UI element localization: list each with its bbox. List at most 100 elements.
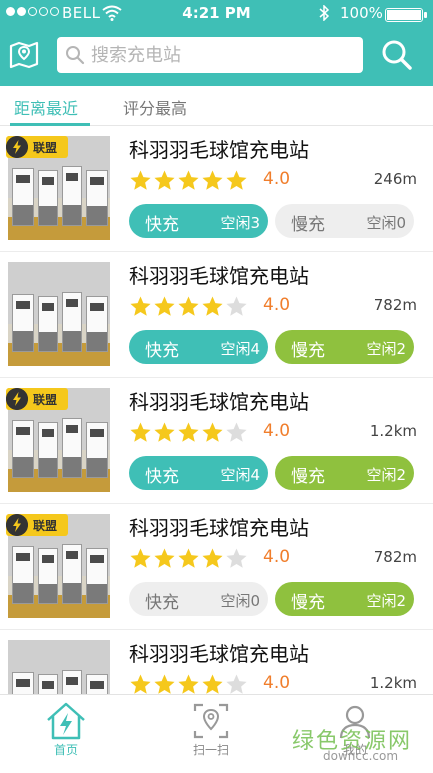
star-icon: [178, 422, 199, 442]
slow-charge-label: 慢充: [291, 215, 325, 235]
battery-percentage: 100%: [340, 4, 383, 22]
station-photo: [8, 640, 110, 694]
bluetooth-icon: [319, 5, 330, 21]
star-icon: [130, 548, 151, 568]
star-icon: [154, 170, 175, 190]
star-icon: [178, 296, 199, 316]
station-distance: 1.2km: [369, 422, 417, 440]
slow-charge-pill[interactable]: 慢充 空闲2: [275, 330, 414, 364]
scan-icon: [193, 703, 229, 739]
star-rating: [129, 547, 248, 570]
alliance-badge-label: 联盟: [33, 141, 58, 155]
station-list-item[interactable]: 科羽羽毛球馆充电站4.01.2km快充空闲4慢充空闲2: [0, 630, 433, 694]
station-distance: 782m: [373, 548, 417, 566]
slow-charge-label: 慢充: [291, 467, 325, 487]
station-name: 科羽羽毛球馆充电站: [129, 390, 309, 414]
star-icon: [178, 674, 199, 694]
slow-charge-pill[interactable]: 慢充 空闲0: [275, 204, 414, 238]
star-icon: [202, 170, 223, 190]
slow-charge-pill[interactable]: 慢充 空闲2: [275, 456, 414, 490]
star-icon: [130, 422, 151, 442]
fast-charge-pill[interactable]: 快充 空闲0: [129, 582, 268, 616]
rating-score: 4.0: [263, 169, 291, 189]
map-icon[interactable]: [8, 38, 40, 70]
home-charging-icon: [47, 702, 85, 740]
fast-charge-free-count: 空闲0: [220, 592, 260, 610]
star-rating: [129, 673, 248, 694]
star-rating: [129, 421, 248, 444]
star-rating: [129, 169, 248, 192]
station-name: 科羽羽毛球馆充电站: [129, 138, 309, 162]
star-icon: [154, 674, 175, 694]
fast-charge-pill[interactable]: 快充 空闲3: [129, 204, 268, 238]
rating-score: 4.0: [263, 295, 291, 315]
station-list-item[interactable]: 联盟 科羽羽毛球馆充电站 4.0 1.2km 快充 空闲4 慢充 空闲2: [0, 378, 433, 504]
star-icon: [226, 296, 247, 316]
star-icon: [154, 422, 175, 442]
nav-home[interactable]: 首页: [31, 701, 101, 758]
sort-tabs: 距离最近 评分最高: [0, 86, 433, 126]
star-icon: [178, 548, 199, 568]
battery-icon: [385, 8, 427, 22]
rating-score: 4.0: [263, 421, 291, 441]
star-rating: [129, 295, 248, 318]
star-icon: [130, 674, 151, 694]
nav-scan-label: 扫一扫: [192, 743, 229, 757]
header: BELL 4:21 PM 100%: [0, 0, 433, 86]
star-icon: [202, 674, 223, 694]
station-distance: 782m: [373, 296, 417, 314]
fast-charge-free-count: 空闲4: [220, 340, 260, 358]
fast-charge-label: 快充: [145, 341, 179, 361]
star-icon: [178, 170, 199, 190]
tab-nearest[interactable]: 距离最近: [14, 95, 78, 119]
slow-charge-pill[interactable]: 慢充 空闲2: [275, 582, 414, 616]
search-input[interactable]: [91, 44, 351, 66]
bottom-navigation: 首页 扫一扫 我的 绿色资源网 downcc.com: [0, 694, 433, 773]
fast-charge-label: 快充: [145, 215, 179, 235]
station-photo: [8, 262, 110, 366]
alliance-badge: 联盟: [6, 388, 68, 410]
station-list-item[interactable]: 科羽羽毛球馆充电站 4.0 782m 快充 空闲4 慢充 空闲2: [0, 252, 433, 378]
station-name: 科羽羽毛球馆充电站: [129, 264, 309, 288]
station-list[interactable]: 联盟 科羽羽毛球馆充电站 4.0 246m 快充 空闲3 慢充 空闲0 科羽羽毛球馆充电站 4.0…: [0, 126, 433, 694]
tab-top-rated[interactable]: 评分最高: [123, 95, 187, 119]
lightning-icon: [6, 136, 28, 158]
station-list-item[interactable]: 联盟 科羽羽毛球馆充电站 4.0 246m 快充 空闲3 慢充 空闲0: [0, 126, 433, 252]
alliance-badge-label: 联盟: [33, 393, 58, 407]
star-icon: [226, 548, 247, 568]
slow-charge-free-count: 空闲2: [366, 340, 406, 358]
lightning-icon: [6, 388, 28, 410]
slow-charge-label: 慢充: [291, 593, 325, 613]
star-icon: [226, 170, 247, 190]
nav-scan[interactable]: 扫一扫: [176, 701, 246, 758]
star-icon: [202, 548, 223, 568]
station-distance: 1.2km: [369, 674, 417, 692]
fast-charge-pill[interactable]: 快充 空闲4: [129, 456, 268, 490]
watermark-url: downcc.com: [323, 749, 399, 763]
slow-charge-free-count: 空闲0: [366, 214, 406, 232]
fast-charge-pill[interactable]: 快充 空闲4: [129, 330, 268, 364]
star-icon: [226, 422, 247, 442]
star-icon: [154, 296, 175, 316]
alliance-badge-label: 联盟: [33, 519, 58, 533]
nav-home-label: 首页: [53, 743, 78, 757]
search-box[interactable]: [57, 37, 363, 73]
slow-charge-label: 慢充: [291, 341, 325, 361]
star-icon: [202, 296, 223, 316]
station-distance: 246m: [373, 170, 417, 188]
search-button-icon[interactable]: [380, 38, 414, 72]
station-name: 科羽羽毛球馆充电站: [129, 516, 309, 540]
alliance-badge: 联盟: [6, 136, 68, 158]
rating-score: 4.0: [263, 547, 291, 567]
star-icon: [130, 296, 151, 316]
fast-charge-free-count: 空闲3: [220, 214, 260, 232]
status-bar: BELL 4:21 PM 100%: [0, 0, 433, 28]
lightning-icon: [6, 514, 28, 536]
star-icon: [226, 674, 247, 694]
slow-charge-free-count: 空闲2: [366, 466, 406, 484]
fast-charge-free-count: 空闲4: [220, 466, 260, 484]
fast-charge-label: 快充: [145, 593, 179, 613]
station-list-item[interactable]: 联盟 科羽羽毛球馆充电站 4.0 782m 快充 空闲0 慢充 空闲2: [0, 504, 433, 630]
alliance-badge: 联盟: [6, 514, 68, 536]
station-name: 科羽羽毛球馆充电站: [129, 642, 309, 666]
